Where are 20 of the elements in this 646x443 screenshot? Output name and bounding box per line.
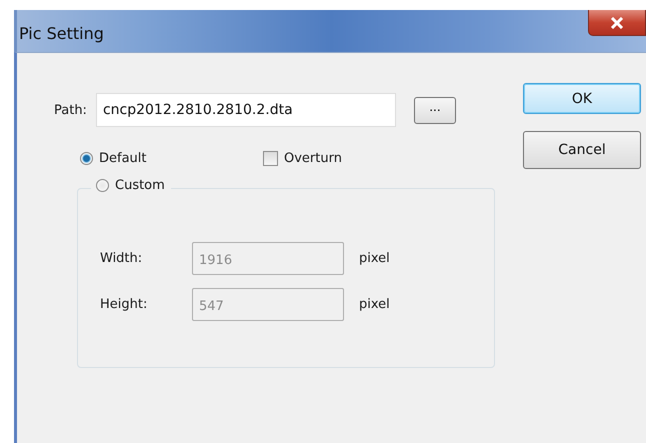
radio-label: Custom xyxy=(115,178,165,193)
checkbox[interactable] xyxy=(263,151,278,166)
window-title: Pic Setting xyxy=(19,24,104,43)
path-label: Path: xyxy=(54,102,87,118)
radio-button[interactable] xyxy=(80,152,93,165)
default-radio-option[interactable]: Default xyxy=(80,151,263,166)
field-label: Width: xyxy=(100,251,144,266)
field-label: Height: xyxy=(100,297,148,312)
cancel-button[interactable]: Cancel xyxy=(523,131,641,169)
path-field[interactable]: cncp2012.2810.2810.2.dta xyxy=(96,93,396,127)
radio-label: Default xyxy=(99,151,146,166)
ok-button[interactable]: OK xyxy=(523,83,641,114)
unit-label: pixel xyxy=(359,297,390,312)
checkbox-label: Overturn xyxy=(284,151,342,166)
close-button[interactable] xyxy=(588,10,646,36)
checkbox-option[interactable]: Overturn xyxy=(263,151,446,166)
close-icon xyxy=(610,16,624,28)
radio-button[interactable] xyxy=(96,179,109,192)
unit-label: pixel xyxy=(359,251,390,266)
browse-button[interactable]: ... xyxy=(414,96,456,124)
